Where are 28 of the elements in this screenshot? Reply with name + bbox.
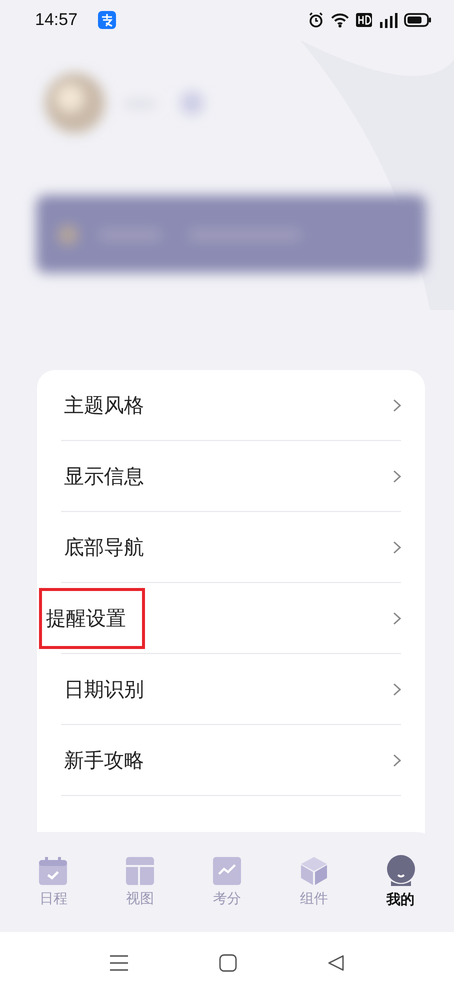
- hd-icon: [356, 13, 372, 27]
- menu-label: 显示信息: [63, 463, 145, 490]
- chevron-icon: [393, 470, 401, 483]
- chevron-icon: [393, 754, 401, 767]
- alarm-icon: [308, 12, 324, 28]
- app-notification-icon: [98, 11, 116, 29]
- menu-label: 提醒设置: [39, 588, 145, 649]
- menu-label: 底部导航: [63, 534, 145, 561]
- status-time: 14:57: [35, 10, 78, 30]
- layout-icon: [125, 856, 156, 886]
- cube-icon: [298, 856, 329, 886]
- wifi-icon: [330, 12, 350, 28]
- signal-icon: [378, 12, 398, 28]
- back-icon[interactable]: [327, 954, 345, 972]
- chevron-icon: [393, 612, 401, 625]
- menu-label: 主题风格: [63, 392, 145, 419]
- menu-label: 日期识别: [63, 676, 145, 703]
- chevron-icon: [393, 399, 401, 412]
- calendar-icon: [38, 856, 68, 886]
- home-icon[interactable]: [219, 954, 237, 972]
- menu-label: 新手攻略: [63, 747, 145, 774]
- chart-icon: [212, 856, 242, 886]
- chevron-icon: [393, 683, 401, 696]
- battery-icon: [404, 13, 432, 27]
- tab[interactable]: 我的: [386, 855, 416, 909]
- chevron-icon: [393, 541, 401, 554]
- menu-icon[interactable]: [109, 954, 129, 972]
- avatar-icon: [386, 855, 416, 887]
